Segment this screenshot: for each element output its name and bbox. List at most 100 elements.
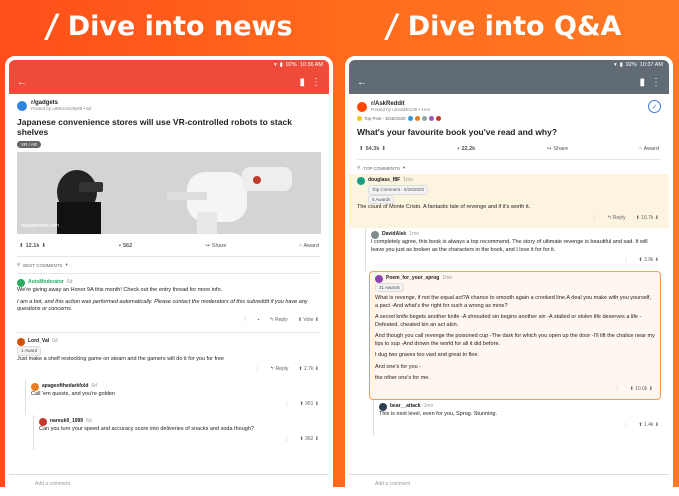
comment-body: Call 'em quests, and you're golden	[31, 391, 321, 399]
comment-actions: ⋮ ⬆ 951 ⬇	[31, 398, 321, 412]
award-badge: 31 Awards	[375, 283, 404, 293]
comment-actions: ⋮ ⬆ 1.4k ⬇	[379, 419, 661, 433]
app-bar: ← ▮ ⋮	[349, 70, 669, 94]
avatar[interactable]	[31, 383, 39, 391]
more-icon[interactable]: ⋮	[623, 257, 628, 265]
avatar[interactable]	[17, 338, 25, 346]
bookmark-icon[interactable]: ▮	[299, 77, 305, 88]
comment-body: I dug two graves too vast and great to f…	[375, 352, 655, 360]
comment-body: This is next level, even for you, Sprog.…	[379, 411, 661, 419]
comment: bear__attack 1mo This is next level, eve…	[373, 400, 661, 435]
comment: nareuk9_1999 6d Can you turn your speed …	[33, 415, 321, 450]
post-meta: Posted by u/MicroSofty88 • 6d	[31, 106, 91, 111]
vote-button[interactable]: ⬆ 1.4k ⬇	[638, 422, 659, 430]
upvote-button[interactable]: ⬆ 12.1k ⬇	[19, 243, 46, 249]
comment-body: What is revenge, if not the equal act?A …	[375, 295, 655, 310]
comment-body: A secret knife begets another knife -A s…	[375, 314, 655, 329]
award-icon	[408, 116, 413, 121]
vote-button[interactable]: ⬆ 16.7k ⬇	[636, 215, 659, 223]
add-comment-input[interactable]: Add a comment	[9, 474, 329, 492]
award-icon	[429, 116, 434, 121]
comment: douglass_f8F 1mo Top Comment - 5/26/2020…	[349, 174, 669, 228]
share-button[interactable]: ↪ Share	[205, 243, 226, 249]
reply-button[interactable]: ↰ Reply	[269, 317, 287, 325]
status-bar: ▾ ▮ 92% 10:36 AM	[9, 60, 329, 70]
post-header: r/gadgets Posted by u/MicroSofty88 • 6d	[17, 100, 321, 111]
wifi-icon: ▾	[274, 62, 277, 68]
more-icon[interactable]: ⋮	[592, 215, 597, 223]
sort-selector[interactable]: ⚲ TOP COMMENTS ▾	[357, 162, 661, 174]
left-banner: /Dive into news	[46, 6, 293, 46]
avatar[interactable]	[371, 231, 379, 239]
vote-button[interactable]: ⬆ 10.0k ⬇	[630, 386, 653, 394]
more-icon[interactable]: ⋮	[623, 422, 628, 430]
avatar[interactable]	[39, 418, 47, 426]
more-options-icon[interactable]: ⋮	[651, 77, 661, 88]
vote-button[interactable]: ⬆ 362 ⬇	[299, 436, 319, 444]
subreddit-icon[interactable]	[17, 101, 27, 111]
sort-selector[interactable]: ⚲ BEST COMMENTS ▾	[17, 259, 321, 271]
right-banner: /Dive into Q&A	[386, 6, 621, 46]
award-icon	[422, 116, 427, 121]
right-tablet: ▾ ▮ 92% 10:37 AM ← ▮ ⋮ r/AskReddit Poste…	[345, 56, 673, 496]
add-comment-input[interactable]: Add a comment	[349, 474, 669, 492]
top-comment-badge: Top Comment - 5/26/2020	[368, 185, 428, 195]
post-header: r/AskReddit Posted by u/reddit0135 • 1mo…	[357, 100, 661, 113]
comment-body: I completely agree, this book is always …	[371, 239, 661, 254]
award-button[interactable]: ▫ Award	[300, 243, 319, 249]
share-button[interactable]: ↪ Share	[547, 146, 568, 152]
bookmark-icon[interactable]: ▮	[639, 77, 645, 88]
comment-body: We're giving away an Honor 9A this month…	[17, 287, 321, 295]
avatar[interactable]	[379, 403, 387, 411]
post-meta: Posted by u/reddit0135 • 1mo	[371, 107, 644, 112]
avatar[interactable]	[357, 177, 365, 185]
vote-button[interactable]: ⬆ 951 ⬇	[299, 401, 319, 409]
post-awards: Top Post - 5/26/2020	[357, 116, 661, 121]
upvote-button[interactable]: ⬆ 54.3k ⬇	[359, 146, 386, 152]
more-icon[interactable]: ⋮	[615, 386, 620, 394]
vote-button[interactable]: ⬆ 2.7k ⬇	[298, 366, 319, 374]
back-arrow-icon[interactable]: ←	[357, 77, 367, 88]
post-title: Japanese convenience stores will use VR-…	[17, 117, 321, 137]
comment-body: And one's for you -	[375, 364, 655, 372]
battery-icon: ▮	[280, 62, 283, 68]
more-icon[interactable]: ⋮	[243, 317, 248, 325]
comments-button[interactable]: ▪ 562	[119, 243, 132, 249]
more-icon[interactable]: ⋮	[255, 366, 260, 374]
comment-actions: ⋮ ↰ Reply ⬆ 16.7k ⬇	[357, 212, 661, 226]
comment-actions: ⋮ ⬆ 3.9k ⬇	[371, 254, 661, 268]
more-options-icon[interactable]: ⋮	[311, 77, 321, 88]
battery-icon: ▮	[620, 62, 623, 68]
left-tablet: ▾ ▮ 92% 10:36 AM ← ▮ ⋮ r/gadgets Posted …	[5, 56, 333, 496]
app-bar: ← ▮ ⋮	[9, 70, 329, 94]
status-bar: ▾ ▮ 92% 10:37 AM	[349, 60, 669, 70]
more-icon[interactable]: ⋮	[284, 401, 289, 409]
comment-body: Just make a shelf restocking game on ste…	[17, 356, 321, 364]
award-badge: 5 Awards	[368, 195, 394, 205]
reply-button[interactable]: ↰ Reply	[270, 366, 288, 374]
vote-button[interactable]: ⬆ Vote ⬇	[298, 317, 319, 325]
post-title: What's your favourite book you've read a…	[357, 127, 661, 137]
award-button[interactable]: ▫ Award	[640, 146, 659, 152]
reply-button[interactable]: ↰ Reply	[607, 215, 625, 223]
lock-icon: ▪	[258, 317, 260, 325]
avatar[interactable]	[17, 279, 25, 287]
award-icon	[415, 116, 420, 121]
back-arrow-icon[interactable]: ←	[17, 77, 27, 88]
more-icon[interactable]: ⋮	[284, 436, 289, 444]
post-actions: ⬆ 12.1k ⬇ ▪ 562 ↪ Share ▫ Award	[17, 238, 321, 254]
post-image[interactable]: digitaltrends.com	[17, 152, 321, 234]
subreddit-icon[interactable]	[357, 102, 367, 112]
avatar[interactable]	[375, 275, 383, 283]
comments-button[interactable]: ▪ 22.2k	[458, 146, 476, 152]
check-icon[interactable]: ✓	[648, 100, 661, 113]
vote-button[interactable]: ⬆ 3.9k ⬇	[638, 257, 659, 265]
comment-body: And though you call revenge the poisoned…	[375, 333, 655, 348]
highlighted-comment: Poem_for_your_sprog 1mo 31 Awards What i…	[369, 271, 661, 401]
comment-actions: ⋮ ▪ ↰ Reply ⬆ Vote ⬇	[17, 314, 321, 328]
award-badge: 1 Award	[17, 346, 41, 356]
trophy-icon	[357, 116, 362, 121]
comment-actions: ⋮ ⬆ 10.0k ⬇	[375, 383, 655, 397]
comment: AutoModerator 6d We're giving away an Ho…	[17, 276, 321, 330]
post-flair: VR / AR	[17, 141, 41, 148]
